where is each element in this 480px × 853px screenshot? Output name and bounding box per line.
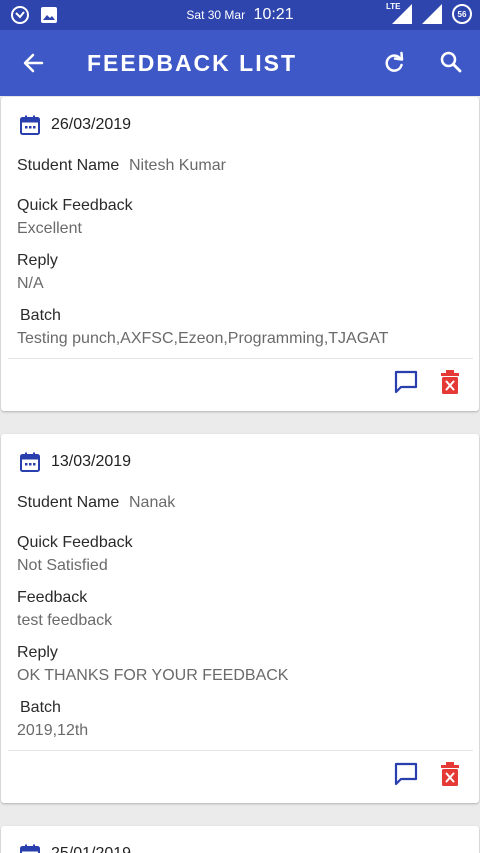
- comment-icon[interactable]: [393, 761, 419, 787]
- card-divider: [8, 358, 473, 359]
- status-date: Sat 30 Mar: [186, 8, 246, 22]
- quick-feedback-label: Quick Feedback: [17, 534, 133, 551]
- quick-feedback-label: Quick Feedback: [17, 197, 133, 214]
- student-name-value: Nanak: [129, 494, 176, 511]
- reply-label: Reply: [17, 644, 58, 661]
- calendar-icon: [20, 452, 40, 472]
- feedback-card: 25/01/2019: [1, 826, 479, 853]
- quick-feedback-value: Excellent: [17, 220, 82, 237]
- delete-icon[interactable]: [438, 369, 462, 395]
- network-type: LTE: [386, 2, 401, 11]
- reply-value: N/A: [17, 275, 44, 292]
- card-date-row: 13/03/2019: [19, 451, 131, 473]
- back-arrow-icon[interactable]: [20, 50, 46, 76]
- batch-value: 2019,12th: [17, 722, 89, 739]
- reply-value: OK THANKS FOR YOUR FEEDBACK: [17, 667, 289, 684]
- card-date: 26/03/2019: [51, 116, 132, 133]
- card-date: 13/03/2019: [51, 453, 132, 470]
- comment-icon[interactable]: [393, 369, 419, 395]
- batch-label: Batch: [20, 307, 61, 324]
- card-date: 25/01/2019: [51, 845, 131, 853]
- battery-icon: 56: [452, 4, 472, 24]
- card-date-row: 26/03/2019: [19, 114, 131, 136]
- status-bar: Sat 30 Mar 10:21 LTE 56: [0, 0, 480, 30]
- batch-value: Testing punch,AXFSC,Ezeon,Programming,TJ…: [17, 330, 389, 347]
- card-date-row: 25/01/2019: [19, 843, 131, 853]
- page-title: FEEDBACK LIST: [87, 50, 297, 76]
- search-icon[interactable]: [438, 49, 464, 75]
- quick-feedback-value: Not Satisfied: [17, 557, 108, 574]
- student-name-value: Nitesh Kumar: [129, 157, 226, 174]
- signal-icon: [422, 4, 442, 24]
- batch-label: Batch: [20, 699, 61, 716]
- reply-label: Reply: [17, 252, 58, 269]
- card-divider: [8, 750, 473, 751]
- lte-signal: LTE: [386, 2, 414, 24]
- feedback-card: 26/03/2019 Student Name Nitesh Kumar Qui…: [1, 97, 479, 411]
- status-time: 10:21: [253, 6, 294, 23]
- feedback-card: 13/03/2019 Student Name Nanak Quick Feed…: [1, 434, 479, 803]
- calendar-icon: [20, 844, 40, 853]
- feedback-value: test feedback: [17, 612, 113, 629]
- feedback-label: Feedback: [17, 589, 88, 606]
- student-name-label: Student Name: [17, 494, 120, 511]
- refresh-icon[interactable]: [381, 50, 407, 76]
- status-right-icons: LTE 56: [386, 2, 472, 24]
- app-bar: FEEDBACK LIST: [0, 30, 480, 96]
- delete-icon[interactable]: [438, 761, 462, 787]
- student-name-label: Student Name: [17, 157, 120, 174]
- calendar-icon: [20, 115, 40, 135]
